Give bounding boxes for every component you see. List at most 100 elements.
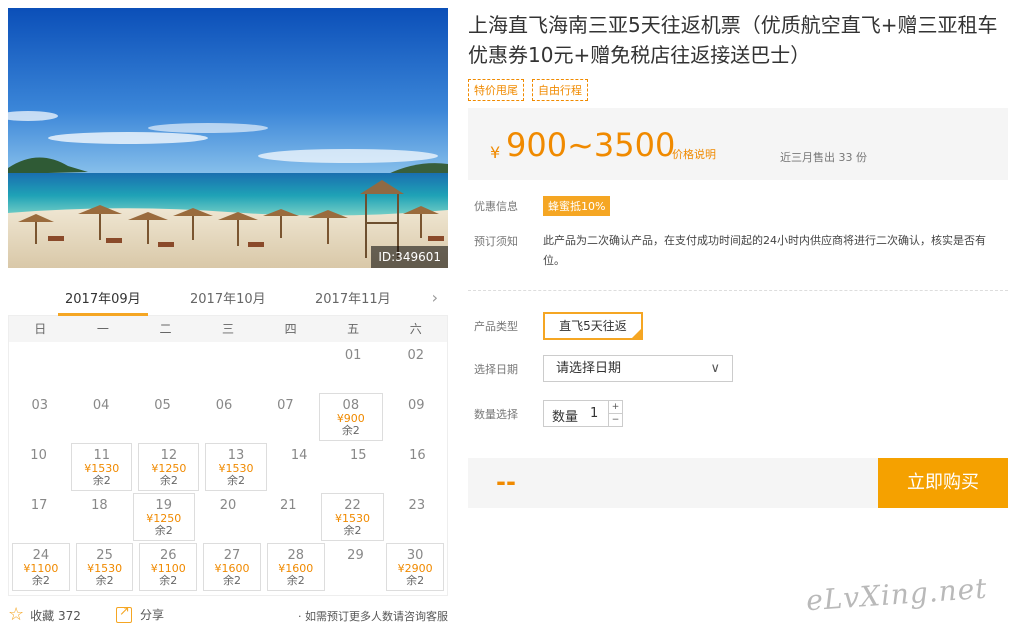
calendar-day: 06 bbox=[193, 392, 254, 442]
day-number: 21 bbox=[279, 498, 297, 513]
day-number: 14 bbox=[290, 448, 308, 463]
calendar-day: 10 bbox=[9, 442, 68, 492]
currency-symbol: ¥ bbox=[490, 143, 501, 162]
day-stock: 余2 bbox=[95, 574, 114, 587]
tag-special: 特价甩尾 bbox=[468, 79, 524, 101]
weekday-label: 六 bbox=[409, 322, 422, 336]
share-button[interactable]: 分享 bbox=[116, 604, 165, 623]
day-number: 17 bbox=[30, 498, 48, 513]
calendar-day: 23 bbox=[387, 492, 447, 542]
tag-free-travel: 自由行程 bbox=[532, 79, 588, 101]
qty-decrease-button[interactable]: − bbox=[608, 414, 622, 427]
day-number: 30 bbox=[406, 548, 424, 563]
calendar-day: 15 bbox=[329, 442, 388, 492]
day-number: 01 bbox=[344, 348, 362, 363]
photo-id-label: ID:349601 bbox=[371, 246, 448, 268]
calendar-week: 10 11 ¥1530 余2 12 ¥1250 余2 13 ¥1530 余2 14 15 16 bbox=[9, 442, 447, 492]
price-range: 900~3500 bbox=[506, 126, 676, 164]
calendar-day[interactable]: 27 ¥1600 余2 bbox=[203, 543, 261, 591]
quantity-stepper[interactable]: 数量 1 + − bbox=[543, 400, 623, 427]
day-number: 16 bbox=[409, 448, 426, 463]
consult-note: · 如需预订更多人数请咨询客服 bbox=[298, 610, 448, 623]
calendar-week: 17 18 19 ¥1250 余2 20 21 22 ¥1530 余2 23 bbox=[9, 492, 447, 542]
chevron-right-icon[interactable]: › bbox=[432, 288, 438, 307]
chevron-down-icon: ∨ bbox=[710, 361, 720, 376]
day-number: 26 bbox=[160, 548, 177, 563]
price-box: ¥ 900~3500 价格说明 近三月售出 33 份 bbox=[468, 108, 1008, 180]
day-stock: 余2 bbox=[92, 474, 111, 487]
day-number: 13 bbox=[227, 448, 245, 463]
date-select[interactable]: 请选择日期 ∨ bbox=[543, 355, 733, 382]
calendar-day[interactable]: 08 ¥900 余2 bbox=[319, 393, 383, 441]
calendar-empty bbox=[259, 342, 322, 392]
product-type-option[interactable]: 直飞5天往返 bbox=[543, 312, 643, 340]
favorite-button[interactable]: ☆ 收藏 372 bbox=[8, 606, 81, 624]
day-number: 20 bbox=[219, 498, 237, 513]
day-number: 07 bbox=[277, 398, 294, 413]
day-number: 10 bbox=[30, 448, 47, 463]
day-number: 11 bbox=[93, 448, 110, 463]
date-select-value: 请选择日期 bbox=[556, 361, 622, 376]
qty-value[interactable]: 1 bbox=[590, 406, 598, 421]
weekday-label: 二 bbox=[159, 322, 172, 336]
day-number: 02 bbox=[407, 348, 425, 363]
day-stock: 余2 bbox=[406, 574, 425, 587]
calendar-day[interactable]: 28 ¥1600 余2 bbox=[266, 543, 325, 591]
day-number: 29 bbox=[347, 548, 364, 563]
day-stock: 余2 bbox=[223, 574, 242, 587]
product-title: 上海直飞海南三亚5天往返机票（优质航空直飞+赠三亚租车优惠券10元+赠免税店往返… bbox=[468, 13, 998, 67]
calendar-empty bbox=[72, 342, 135, 392]
calendar-day[interactable]: 22 ¥1530 余2 bbox=[321, 493, 384, 541]
calendar-day[interactable]: 24 ¥1100 余2 bbox=[12, 543, 70, 591]
tab-month-sep[interactable]: 2017年09月 bbox=[65, 288, 141, 307]
qty-field-label: 数量 bbox=[552, 410, 579, 425]
day-number: 09 bbox=[407, 398, 425, 413]
weekday-label: 三 bbox=[222, 322, 235, 336]
star-icon: ☆ bbox=[8, 604, 25, 625]
share-icon bbox=[116, 604, 132, 623]
site-watermark: eLvXing.net bbox=[805, 571, 989, 618]
day-number: 25 bbox=[96, 548, 113, 563]
tab-month-oct[interactable]: 2017年10月 bbox=[190, 288, 266, 307]
calendar-day: 09 bbox=[386, 392, 447, 442]
day-stock: 余2 bbox=[159, 474, 178, 487]
sold-count: 近三月售出 33 份 bbox=[780, 151, 867, 164]
calendar-week: 03 04 05 06 07 08 ¥900 余2 09 bbox=[9, 392, 447, 442]
calendar-day: 02 bbox=[384, 342, 447, 392]
day-number: 27 bbox=[223, 548, 241, 563]
qty-label: 数量选择 bbox=[474, 408, 518, 421]
calendar-day[interactable]: 13 ¥1530 余2 bbox=[205, 443, 267, 491]
calendar-day[interactable]: 11 ¥1530 余2 bbox=[71, 443, 133, 491]
total-price: -- bbox=[496, 468, 516, 496]
day-stock: 余2 bbox=[31, 574, 50, 587]
day-number: 22 bbox=[344, 498, 361, 513]
day-number: 24 bbox=[32, 548, 50, 563]
tab-month-nov[interactable]: 2017年11月 bbox=[315, 288, 391, 307]
calendar-day: 21 bbox=[258, 492, 318, 542]
day-number: 06 bbox=[215, 398, 233, 413]
calendar-day[interactable]: 19 ¥1250 余2 bbox=[132, 493, 195, 541]
calendar-day[interactable]: 26 ¥1100 余2 bbox=[139, 543, 198, 591]
day-number: 15 bbox=[350, 448, 367, 463]
day-number: 19 bbox=[155, 498, 172, 513]
favorite-label: 收藏 372 bbox=[30, 608, 81, 623]
calendar-day: 17 bbox=[9, 492, 69, 542]
buy-now-button[interactable]: 立即购买 bbox=[878, 458, 1008, 508]
calendar-day[interactable]: 25 ¥1530 余2 bbox=[75, 543, 134, 591]
day-number: 12 bbox=[160, 448, 178, 463]
calendar-day[interactable]: 12 ¥1250 余2 bbox=[138, 443, 200, 491]
calendar-empty bbox=[134, 342, 197, 392]
weekday-label: 一 bbox=[96, 322, 109, 336]
price-note-link[interactable]: 价格说明 bbox=[672, 146, 716, 162]
action-bar: ☆ 收藏 372 分享 · 如需预订更多人数请咨询客服 bbox=[8, 604, 448, 626]
day-number: 08 bbox=[342, 398, 360, 413]
share-label: 分享 bbox=[140, 608, 165, 622]
divider bbox=[468, 290, 1008, 291]
calendar-day: 03 bbox=[9, 392, 70, 442]
day-stock: 余2 bbox=[286, 574, 305, 587]
calendar-day[interactable]: 30 ¥2900 余2 bbox=[386, 543, 445, 591]
promo-label: 优惠信息 bbox=[474, 200, 518, 213]
calendar-day: 05 bbox=[132, 392, 193, 442]
qty-increase-button[interactable]: + bbox=[608, 401, 622, 414]
weekday-label: 四 bbox=[284, 322, 297, 336]
